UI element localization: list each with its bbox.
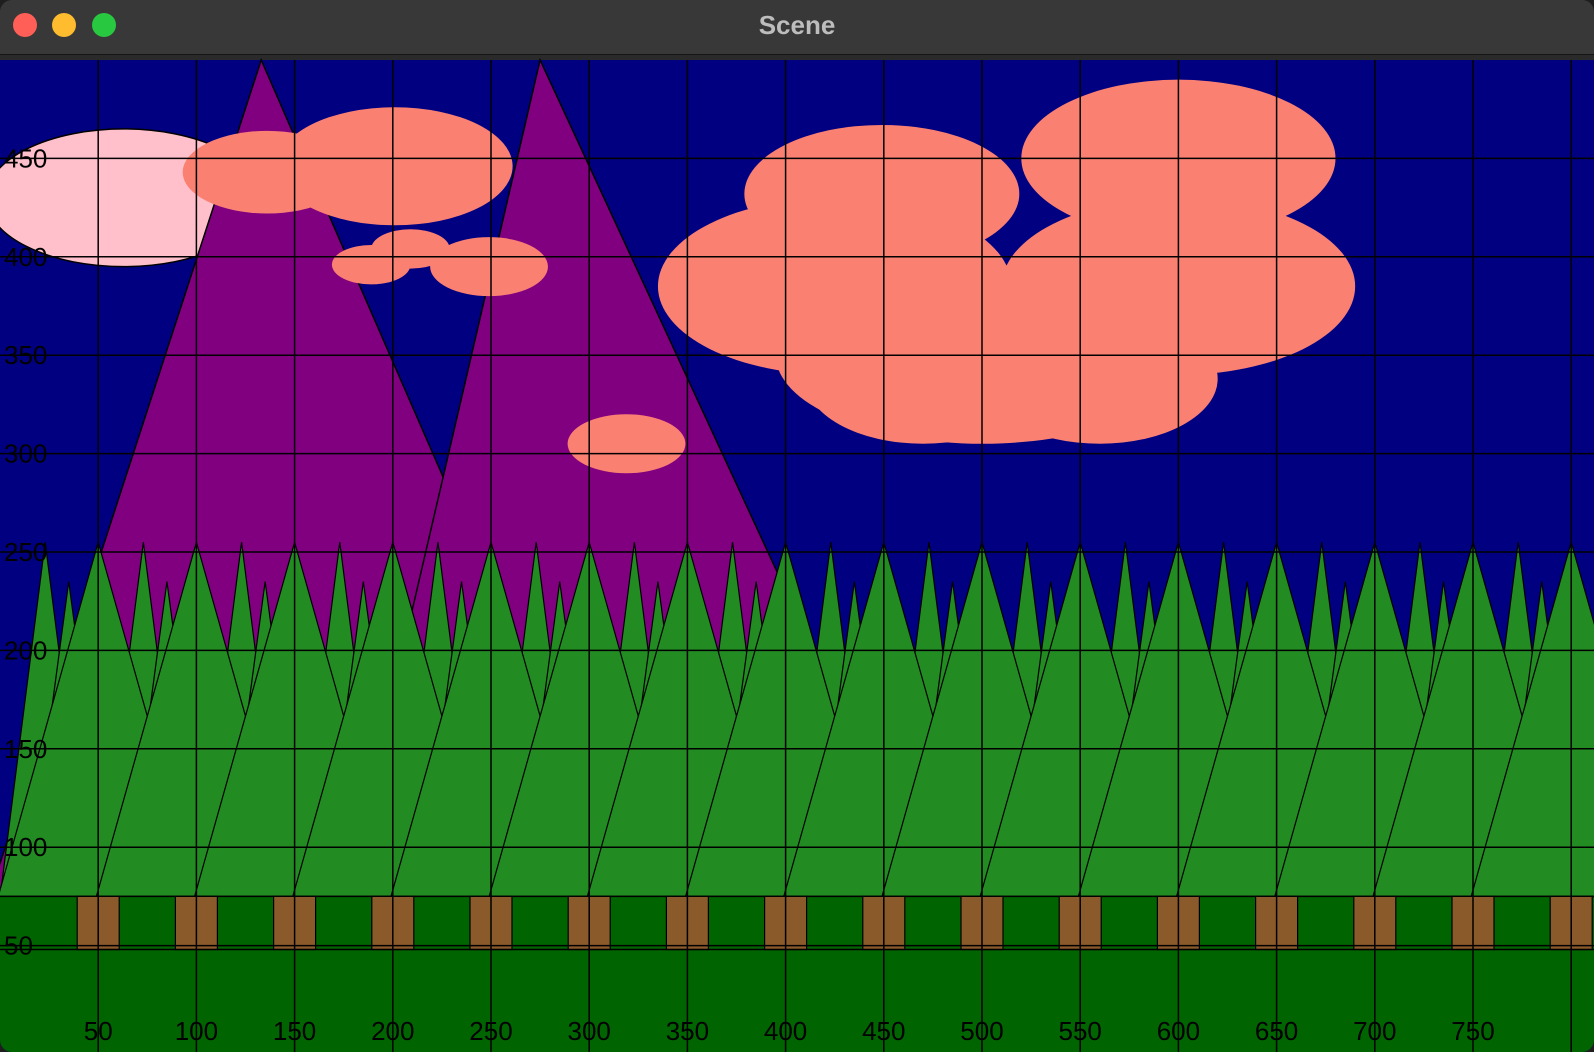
- window-title: Scene: [758, 10, 836, 40]
- y-tick-label: 450: [4, 143, 47, 173]
- x-tick-label: 750: [1451, 1016, 1494, 1046]
- cloud-6: [567, 414, 686, 474]
- cloud-13: [982, 313, 1218, 444]
- scene-svg: 50 100 150 200 250 300 350 400 450 500 550 600 650 70…: [0, 57, 1594, 1052]
- y-tick-label: 250: [4, 537, 47, 567]
- x-tick-label: 100: [175, 1016, 218, 1046]
- x-tick-label: 50: [84, 1016, 113, 1046]
- y-tick-label: 50: [4, 931, 33, 961]
- x-tick-label: 200: [371, 1016, 414, 1046]
- y-tick-label: 200: [4, 635, 47, 665]
- y-tick-label: 100: [4, 832, 47, 862]
- y-tick-label: 300: [4, 439, 47, 469]
- y-tick-label: 350: [4, 340, 47, 370]
- y-tick-label: 150: [4, 734, 47, 764]
- x-tick-label: 550: [1059, 1016, 1102, 1046]
- cloud-5: [430, 237, 548, 297]
- scene-canvas: 50 100 150 200 250 300 350 400 450 500 550 600 650 70…: [0, 56, 1594, 1052]
- x-tick-label: 250: [469, 1016, 512, 1046]
- title-bar: Scene: [0, 0, 1594, 55]
- x-tick-label: 150: [273, 1016, 316, 1046]
- x-tick-label: 450: [862, 1016, 905, 1046]
- x-tick-label: 300: [568, 1016, 611, 1046]
- y-tick-label: 400: [4, 242, 47, 272]
- cloud-2: [276, 107, 513, 226]
- app-window: Scene 50 100 150 200 250 300 350 400 450 500 550 60…: [0, 0, 1594, 1052]
- x-tick-label: 650: [1255, 1016, 1298, 1046]
- x-tick-label: 350: [666, 1016, 709, 1046]
- x-tick-label: 600: [1157, 1016, 1200, 1046]
- x-tick-label: 500: [960, 1016, 1003, 1046]
- x-tick-label: 700: [1353, 1016, 1396, 1046]
- x-tick-label: 400: [764, 1016, 807, 1046]
